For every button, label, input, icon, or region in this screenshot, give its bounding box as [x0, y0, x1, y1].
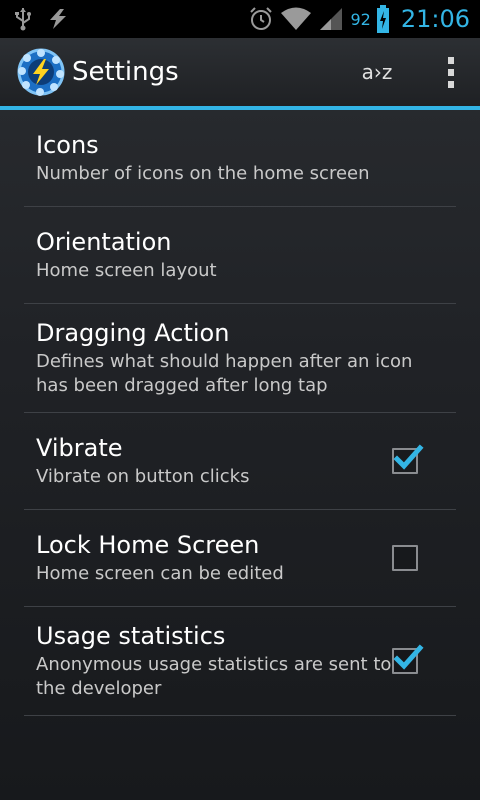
pref-orientation[interactable]: Orientation Home screen layout [24, 207, 456, 304]
pref-dragging-action-title: Dragging Action [36, 319, 230, 347]
pref-vibrate-summary: Vibrate on button clicks [36, 466, 250, 487]
sort-alphabetical-button[interactable]: a›z [342, 44, 412, 100]
pref-usage-statistics[interactable]: Usage statistics Anonymous usage statist… [24, 607, 456, 716]
pref-lock-home-screen-title: Lock Home Screen [36, 531, 260, 559]
usage-statistics-checkbox[interactable] [392, 644, 424, 674]
pref-icons[interactable]: Icons Number of icons on the home screen [24, 110, 456, 207]
pref-usage-statistics-summary: Anonymous usage statistics are sent to t… [36, 654, 392, 699]
pref-orientation-title: Orientation [36, 228, 172, 256]
pref-dragging-action-text: Dragging Action Defines what should happ… [36, 318, 444, 398]
lock-home-screen-checkbox[interactable] [392, 545, 418, 571]
settings-list: Icons Number of icons on the home screen… [24, 110, 456, 716]
action-bar: Settings a›z [0, 38, 480, 106]
pref-usage-statistics-text: Usage statistics Anonymous usage statist… [36, 621, 392, 701]
vibrate-checkbox[interactable] [392, 444, 424, 474]
pref-icons-title: Icons [36, 131, 99, 159]
pref-lock-home-screen-summary: Home screen can be edited [36, 563, 284, 584]
pref-dragging-action-summary: Defines what should happen after an icon… [36, 351, 413, 396]
pref-vibrate[interactable]: Vibrate Vibrate on button clicks [24, 413, 456, 510]
pref-icons-summary: Number of icons on the home screen [36, 163, 370, 184]
app-logo-icon[interactable] [16, 47, 66, 97]
pref-icons-text: Icons Number of icons on the home screen [36, 130, 444, 186]
pref-orientation-summary: Home screen layout [36, 260, 217, 281]
battery-percent: 92 [350, 9, 371, 29]
wifi-icon [280, 6, 312, 32]
pref-vibrate-text: Vibrate Vibrate on button clicks [36, 433, 392, 489]
overflow-menu-icon[interactable] [436, 44, 466, 100]
pref-lock-home-screen-text: Lock Home Screen Home screen can be edit… [36, 530, 392, 586]
checkmark-icon [393, 644, 424, 670]
pref-orientation-text: Orientation Home screen layout [36, 227, 444, 283]
flash-icon [46, 7, 70, 31]
pref-lock-home-screen[interactable]: Lock Home Screen Home screen can be edit… [24, 510, 456, 607]
page-title: Settings [72, 57, 179, 87]
usb-icon [14, 7, 32, 31]
pref-vibrate-title: Vibrate [36, 434, 123, 462]
signal-icon [318, 6, 344, 32]
alarm-icon [248, 6, 274, 32]
pref-dragging-action[interactable]: Dragging Action Defines what should happ… [24, 304, 456, 413]
checkmark-icon [393, 444, 424, 470]
battery-charging-icon [376, 5, 389, 33]
status-bar: 92 21:06 [0, 0, 480, 38]
pref-usage-statistics-title: Usage statistics [36, 622, 226, 650]
clock: 21:06 [400, 5, 470, 33]
